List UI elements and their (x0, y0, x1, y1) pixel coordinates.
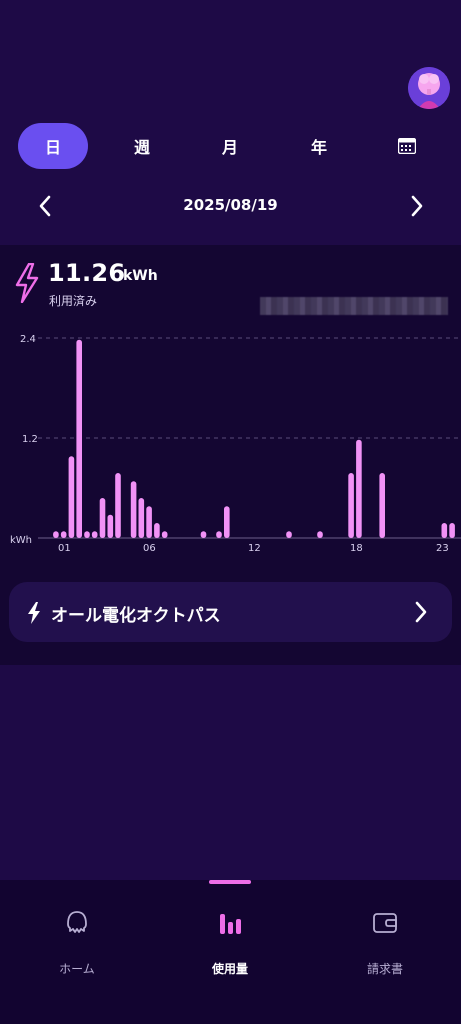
tab-day[interactable]: 日 (18, 123, 88, 169)
lightning-icon (28, 602, 40, 624)
chart-bar (216, 531, 222, 538)
date-navigation: 2025/08/19 (0, 188, 461, 224)
next-date-button[interactable] (402, 192, 430, 220)
x-tick-label: 23 (436, 543, 449, 554)
usage-chart: 2.4 1.2 kWh 01 06 12 18 23 (10, 334, 461, 554)
chart-bar (317, 531, 323, 538)
calendar-icon (398, 138, 416, 154)
wallet-icon (373, 913, 397, 933)
nav-home[interactable]: ホーム (17, 908, 137, 988)
chart-bar (441, 523, 448, 538)
chart-bar (379, 473, 385, 538)
chart-bar (138, 498, 145, 538)
octopus-plan-card[interactable]: オール電化オクトパス (9, 582, 452, 642)
chart-bar (53, 531, 59, 538)
x-tick-label: 12 (248, 543, 261, 554)
tab-calendar[interactable] (372, 123, 442, 169)
tab-month[interactable]: 月 (195, 123, 265, 169)
usage-bars-icon (220, 914, 241, 934)
chart-bar (161, 531, 168, 538)
chart-bar (115, 473, 121, 538)
octopus-home-icon (67, 911, 87, 933)
chart-bar (224, 506, 230, 538)
y-tick-label: 1.2 (22, 434, 38, 445)
nav-bills[interactable]: 請求書 (325, 908, 445, 988)
user-avatar-icon (408, 67, 450, 109)
lightning-icon (15, 263, 39, 303)
chart-bar (286, 531, 292, 538)
chart-bar (449, 523, 455, 538)
chart-bar (68, 456, 75, 538)
tab-week[interactable]: 週 (107, 123, 177, 169)
period-tabs: 日 週 月 年 (0, 123, 461, 171)
nav-bills-label: 請求書 (366, 962, 403, 976)
x-tick-label: 18 (350, 543, 363, 554)
chart-bar (91, 531, 98, 538)
current-date: 2025/08/19 (183, 196, 278, 214)
plan-name: オール電化オクトパス (51, 606, 221, 626)
bottom-navigation: ホーム 使用量 請求書 (0, 880, 461, 1024)
x-tick-label: 06 (143, 543, 156, 554)
chart-bar (99, 498, 106, 538)
active-tab-indicator (209, 880, 251, 884)
y-tick-label: 2.4 (20, 334, 36, 345)
chevron-right-icon (411, 195, 423, 217)
chart-bar (200, 531, 207, 538)
nav-usage[interactable]: 使用量 (170, 908, 290, 988)
total-usage-value: 11.26 (48, 259, 126, 287)
tab-year[interactable]: 年 (284, 123, 354, 169)
chart-bar (356, 439, 362, 538)
chart-bar (348, 473, 354, 538)
usage-panel: 11.26 kWh 利用済み 2.4 1.2 kWh 01 06 12 18 2… (0, 245, 461, 665)
y-axis-unit: kWh (10, 535, 32, 546)
chart-bar (154, 523, 160, 538)
total-usage-unit: kWh (123, 268, 158, 284)
nav-home-label: ホーム (59, 962, 95, 976)
blurred-info (260, 297, 448, 315)
chevron-right-icon (415, 601, 427, 623)
nav-usage-label: 使用量 (211, 962, 248, 976)
chart-bar (76, 339, 82, 538)
x-tick-label: 01 (58, 543, 71, 554)
chart-bar (60, 531, 67, 538)
chart-bar (84, 531, 90, 538)
chart-bar (130, 481, 137, 538)
chart-bar (146, 506, 152, 538)
chart-bar (107, 514, 114, 538)
user-avatar[interactable] (408, 67, 450, 109)
total-usage-caption: 利用済み (49, 294, 98, 308)
